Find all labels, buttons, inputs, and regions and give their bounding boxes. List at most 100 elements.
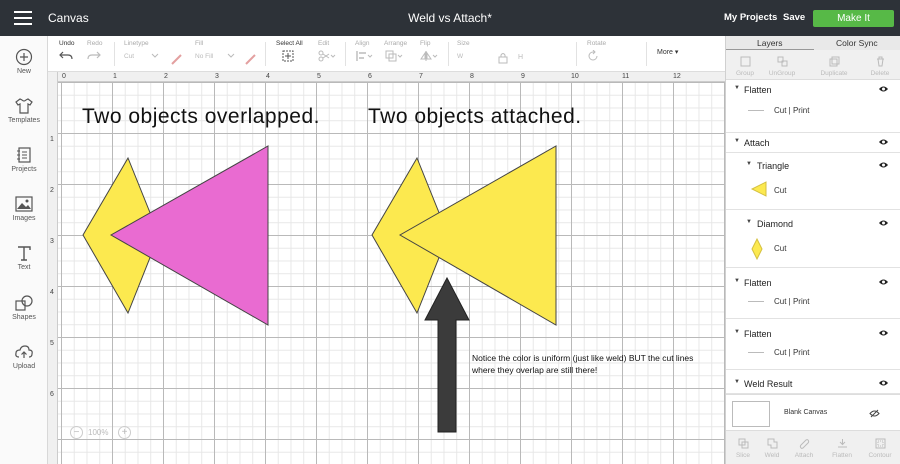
align-label: Align [355,40,370,47]
save-button[interactable]: Save [783,12,805,23]
line-swatch-icon [748,352,764,353]
collapse-caret-icon[interactable]: ▼ [734,138,740,144]
layer-item-diamond[interactable]: ▼ Diamond Cut [726,210,900,268]
collapse-caret-icon[interactable]: ▼ [734,379,740,385]
eye-icon[interactable] [878,219,889,227]
canvas-color-swatch[interactable] [732,401,770,427]
chevron-down-icon [227,53,235,58]
collapse-caret-icon[interactable]: ▼ [734,85,740,91]
sidebar-item-projects[interactable]: Projects [0,146,48,173]
layer-header[interactable]: ▼ Attach [726,133,900,153]
eye-icon[interactable] [878,161,889,169]
weld-button[interactable]: Weld [754,438,790,459]
group-button[interactable]: Group [727,56,763,77]
layer-header[interactable]: ▼ Diamond [726,214,900,234]
make-it-button[interactable]: Make It [813,10,894,27]
delete-button[interactable]: Delete [862,56,898,77]
tshirt-icon [15,98,33,114]
eye-icon[interactable] [878,379,889,387]
fill-dropdown[interactable]: Fill No Fill [195,40,213,60]
attach-button[interactable]: Attach [786,439,822,459]
eye-icon[interactable] [878,85,889,93]
layers-list: ▼ Flatten Cut | Print ▼ Attach ▼ Triangl… [726,80,900,430]
size-label: Size [457,40,470,47]
layer-header[interactable]: ▼ Weld Result [726,374,900,394]
chevron-down-icon [151,53,159,58]
rotate-label: Rotate [587,40,607,47]
tab-color-sync[interactable]: Color Sync [836,38,878,48]
attach-label: Attach [794,452,814,459]
layer-header[interactable]: ▼ Flatten [726,273,900,293]
flatten-button[interactable]: Flatten [824,439,860,459]
sidebar-item-label: Text [17,264,31,271]
lock-icon[interactable] [498,52,508,64]
app-title: Canvas [48,11,89,25]
edit-dropdown[interactable]: Edit [318,40,336,64]
layer-header[interactable]: ▼ Triangle [726,156,900,176]
my-projects-button[interactable]: My Projects [724,12,777,23]
sidebar-item-label: New [16,68,31,75]
menu-icon[interactable] [14,11,32,25]
triangle-shape-overlapped[interactable] [109,145,269,326]
align-dropdown[interactable]: Align [355,40,373,64]
sidebar-item-images[interactable]: Images [0,195,48,222]
undo-button[interactable]: Undo [59,40,75,63]
layer-group-flatten[interactable]: ▼ Flatten Cut | Print [726,80,900,133]
sidebar-item-upload[interactable]: Upload [0,343,48,370]
more-dropdown[interactable]: More ▾ [657,48,678,56]
collapse-caret-icon[interactable]: ▼ [746,161,752,167]
linetype-label: Linetype [124,40,149,47]
layer-group-flatten[interactable]: ▼ Flatten Cut | Print [726,269,900,319]
rotate-field[interactable]: Rotate [587,40,606,64]
layer-group-flatten[interactable]: ▼ Flatten Cut | Print [726,320,900,370]
collapse-caret-icon[interactable]: ▼ [734,278,740,284]
collapse-caret-icon[interactable]: ▼ [734,329,740,335]
arrow-up-shape[interactable] [424,276,470,433]
ungroup-button[interactable]: UnGroup [764,56,800,77]
tab-layers[interactable]: Layers [757,38,783,48]
size-height-label[interactable]: H [518,54,523,61]
arrange-dropdown[interactable]: Arrange [384,40,407,64]
layer-item-triangle[interactable]: ▼ Triangle Cut [726,156,900,210]
toolbar-divider [345,42,346,66]
sidebar-item-new[interactable]: New [0,48,48,75]
zoom-out-button[interactable]: − [70,426,83,439]
sidebar-item-text[interactable]: Text [0,244,48,271]
layer-group-weld-result[interactable]: ▼ Weld Result [726,370,900,394]
layer-header[interactable]: ▼ Flatten [726,80,900,100]
design-canvas[interactable]: 0 1 2 3 4 5 6 7 8 9 10 11 12 1 2 3 4 5 6… [48,72,725,464]
paperclip-icon [799,439,810,449]
eye-icon[interactable] [878,138,889,146]
zoom-control: − 100% + [70,424,132,442]
annotation-note[interactable]: Notice the color is uniform (just like w… [472,352,694,376]
trash-icon [877,56,884,67]
size-field[interactable]: Size W [457,40,470,60]
eye-icon[interactable] [878,278,889,286]
layer-operations: Cut [774,186,787,195]
document-title[interactable]: Weld vs Attach* [408,11,492,25]
flip-dropdown[interactable]: Flip [420,40,438,64]
linetype-dropdown[interactable]: Linetype Cut [124,40,149,60]
layer-group-attach[interactable]: ▼ Attach [726,133,900,153]
layer-header[interactable]: ▼ Flatten [726,324,900,344]
blank-canvas-row[interactable]: Blank Canvas [726,394,900,430]
layer-operations: Cut | Print [774,106,810,115]
eye-icon[interactable] [878,329,889,337]
left-sidebar: New Templates Projects Images Text Shape… [0,36,48,464]
pen-icon [171,54,182,65]
zoom-in-button[interactable]: + [118,426,131,439]
combine-actions: Slice Weld Attach Flatten Contour [726,430,900,464]
sidebar-item-label: Templates [8,117,40,124]
duplicate-button[interactable]: Duplicate [816,56,852,77]
collapse-caret-icon[interactable]: ▼ [746,219,752,225]
toolbar-divider [576,42,577,66]
eye-off-icon[interactable] [869,409,880,418]
layer-name: Weld Result [744,379,793,389]
toolbar-divider [646,42,647,66]
redo-button[interactable]: Redo [87,40,103,63]
plus-circle-icon [15,48,33,66]
select-all-button[interactable]: Select All [276,40,303,64]
sidebar-item-templates[interactable]: Templates [0,97,48,124]
sidebar-item-shapes[interactable]: Shapes [0,294,48,321]
contour-button[interactable]: Contour [862,438,898,459]
